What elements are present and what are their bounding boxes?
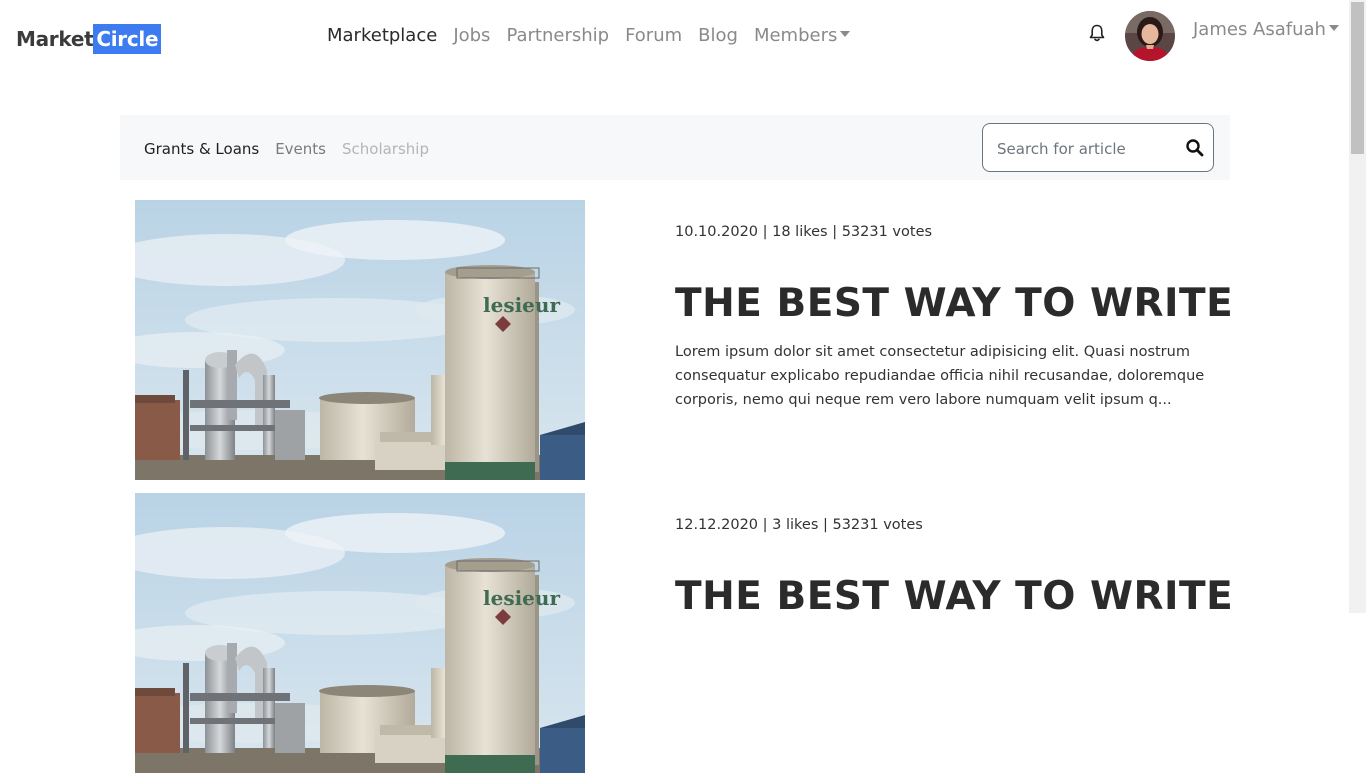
- nav-item-members-dropdown[interactable]: Members: [753, 25, 851, 46]
- search-input[interactable]: [983, 124, 1185, 171]
- category-link-scholarship[interactable]: Scholarship: [342, 140, 429, 158]
- brand-logo-part1: Market: [16, 27, 94, 51]
- page-scrollbar[interactable]: [1349, 0, 1366, 613]
- nav-item-jobs[interactable]: Jobs: [453, 25, 490, 46]
- nav-item-blog[interactable]: Blog: [698, 25, 738, 46]
- avatar[interactable]: [1125, 11, 1175, 61]
- user-menu-dropdown[interactable]: James Asafuah: [1193, 19, 1339, 40]
- scrollbar-thumb[interactable]: [1351, 2, 1364, 154]
- search-icon[interactable]: [1185, 138, 1205, 158]
- article-image[interactable]: [135, 493, 585, 773]
- category-links: Grants & Loans Events Scholarship: [144, 140, 445, 158]
- article-meta: 10.10.2020 | 18 likes | 53231 votes: [675, 224, 933, 240]
- article-meta: 12.12.2020 | 3 likes | 53231 votes: [675, 517, 923, 533]
- article-image[interactable]: [135, 200, 585, 480]
- chevron-down-icon: [1328, 25, 1339, 31]
- nav-item-partnership[interactable]: Partnership: [506, 25, 609, 46]
- article-title[interactable]: THE BEST WAY TO WRITE: [675, 281, 1233, 326]
- nav-item-members-label: Members: [753, 25, 838, 46]
- bell-icon[interactable]: [1087, 23, 1107, 43]
- nav-item-marketplace[interactable]: Marketplace: [327, 25, 437, 46]
- category-link-grants-loans[interactable]: Grants & Loans: [144, 140, 259, 158]
- brand-logo[interactable]: Market Circle: [16, 24, 162, 54]
- chevron-down-icon: [840, 31, 851, 37]
- nav-item-forum[interactable]: Forum: [625, 25, 682, 46]
- brand-logo-part2: Circle: [93, 24, 162, 54]
- article-search-box: [982, 123, 1214, 172]
- category-link-events[interactable]: Events: [275, 140, 326, 158]
- main-nav: Marketplace Jobs Partnership Forum Blog …: [327, 25, 866, 46]
- username-label: James Asafuah: [1193, 19, 1326, 40]
- article-subnav: Grants & Loans Events Scholarship: [120, 115, 1230, 180]
- top-navbar: Market Circle Marketplace Jobs Partnersh…: [0, 0, 1349, 78]
- article-title[interactable]: THE BEST WAY TO WRITE: [675, 574, 1233, 619]
- article-excerpt: Lorem ipsum dolor sit amet consectetur a…: [675, 344, 1205, 408]
